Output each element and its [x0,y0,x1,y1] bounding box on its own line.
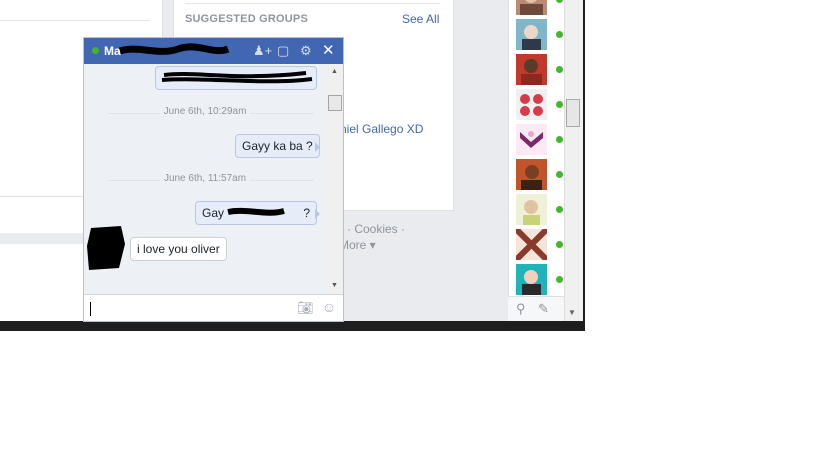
chat-scrollbar-thumb[interactable] [328,95,342,111]
redaction-scribble [227,207,285,216]
search-icon[interactable]: ⚲ [516,301,526,317]
online-indicator [92,47,99,54]
sidebar-friend[interactable] [516,124,563,155]
sender-avatar-redacted [87,226,125,270]
date-separator: June 6th, 10:29am [84,106,326,120]
sidebar-friend[interactable] [516,89,563,120]
online-indicator [556,0,563,3]
avatar [516,19,547,50]
avatar [516,264,547,295]
see-all-link[interactable]: See All [402,12,439,26]
camera-icon[interactable]: 📷︎ [297,300,314,316]
online-indicator [556,206,563,213]
bubble-tail [315,209,320,219]
footer-more-link[interactable]: More ▾ [339,238,376,252]
redaction-scribble [118,43,230,55]
message-text-suffix: ? [303,206,310,220]
online-indicator [556,31,563,38]
scroll-down-arrow[interactable]: ▼ [568,308,576,317]
scroll-up-arrow[interactable]: ▲ [331,68,338,75]
sidebar-friend[interactable] [516,159,563,190]
window-border [583,0,585,331]
message-text: Gayy ka ba ? [242,139,313,153]
scroll-down-arrow[interactable]: ▼ [331,282,338,289]
chat-messages: June 6th, 10:29am Gayy ka ba ? June 6th,… [84,64,326,321]
message-bubble-redacted [155,66,317,90]
page-scrollbar[interactable] [564,0,583,321]
close-icon[interactable]: ✕ [322,41,335,59]
emoji-icon[interactable]: ☺ [322,299,336,315]
online-indicator [556,241,563,248]
avatar [516,229,547,260]
chat-sidebar [508,0,565,321]
message-bubble-outgoing: Gay ? [195,201,317,225]
sidebar-friend[interactable] [516,19,563,50]
sidebar-friend[interactable] [516,0,563,15]
window-border [0,321,585,331]
suggested-groups-title: SUGGESTED GROUPS [185,13,308,25]
chat-window: Ma ♟+ ▢ ⚙ ✕ June 6th, 10:29am Gayy ka ba… [83,37,344,322]
avatar [516,89,547,120]
sidebar-friend[interactable] [516,264,563,295]
video-call-icon[interactable]: ▢ [277,43,289,59]
chat-header[interactable]: Ma ♟+ ▢ ⚙ ✕ [84,38,343,64]
message-bubble-incoming: i love you oliver [130,237,227,261]
avatar [516,0,547,15]
avatar [516,194,547,225]
message-bubble-outgoing: Gayy ka ba ? [235,134,320,158]
sidebar-friend[interactable] [516,54,563,85]
group-member-link[interactable]: niel Gallego XD [340,122,423,136]
add-friend-icon[interactable]: ♟+ [253,43,272,59]
divider [185,3,440,4]
online-indicator [556,276,563,283]
online-indicator [556,171,563,178]
online-indicator [556,136,563,143]
text-cursor [90,302,91,316]
scrollbar-thumb[interactable] [566,99,580,127]
redaction-scribble [161,71,313,84]
message-text: i love you oliver [137,242,220,256]
date-separator: June 6th, 11:57am [84,173,326,187]
bubble-tail [315,142,320,152]
sidebar-toolbar: ⚲ ✎ [508,296,564,322]
footer-cookies-link[interactable]: · Cookies · [347,222,405,236]
message-text: Gay [202,206,225,220]
compose-icon[interactable]: ✎ [538,301,549,317]
gear-icon[interactable]: ⚙ [300,43,312,59]
online-indicator [556,66,563,73]
avatar [516,54,547,85]
message-input[interactable]: 📷︎ ☺ [84,294,343,321]
avatar [516,124,547,155]
avatar [516,159,547,190]
online-indicator [556,101,563,108]
sidebar-friend[interactable] [516,194,563,225]
sidebar-friend[interactable] [516,229,563,260]
